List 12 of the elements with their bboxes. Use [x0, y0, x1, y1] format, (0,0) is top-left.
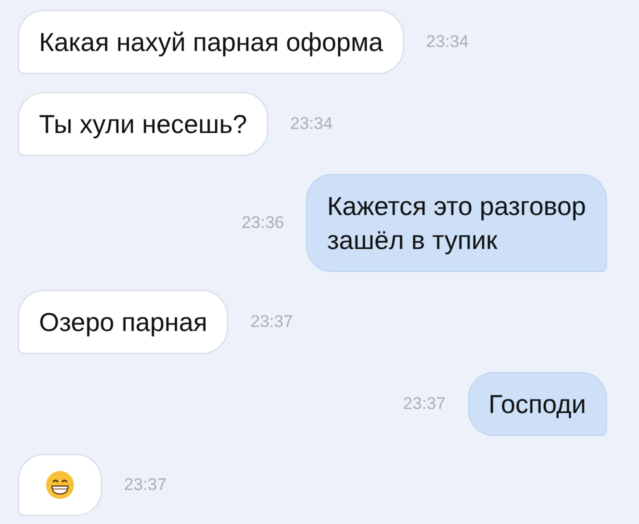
message-time: 23:34	[426, 32, 469, 52]
message-time: 23:37	[124, 475, 167, 495]
message-bubble: Ты хули несешь?	[18, 92, 268, 156]
message-time: 23:37	[250, 312, 293, 332]
message-bubble: Кажется это разговор зашёл в тупик	[306, 174, 607, 272]
message-bubble: Какая нахуй парная оформа	[18, 10, 404, 74]
message-time: 23:37	[402, 394, 446, 414]
message-bubble: Озеро парная	[18, 290, 228, 354]
grin-emoji-icon	[45, 470, 75, 500]
message-bubble: Господи	[468, 372, 607, 436]
message-time: 23:34	[290, 114, 333, 134]
message-time: 23:36	[242, 213, 284, 233]
